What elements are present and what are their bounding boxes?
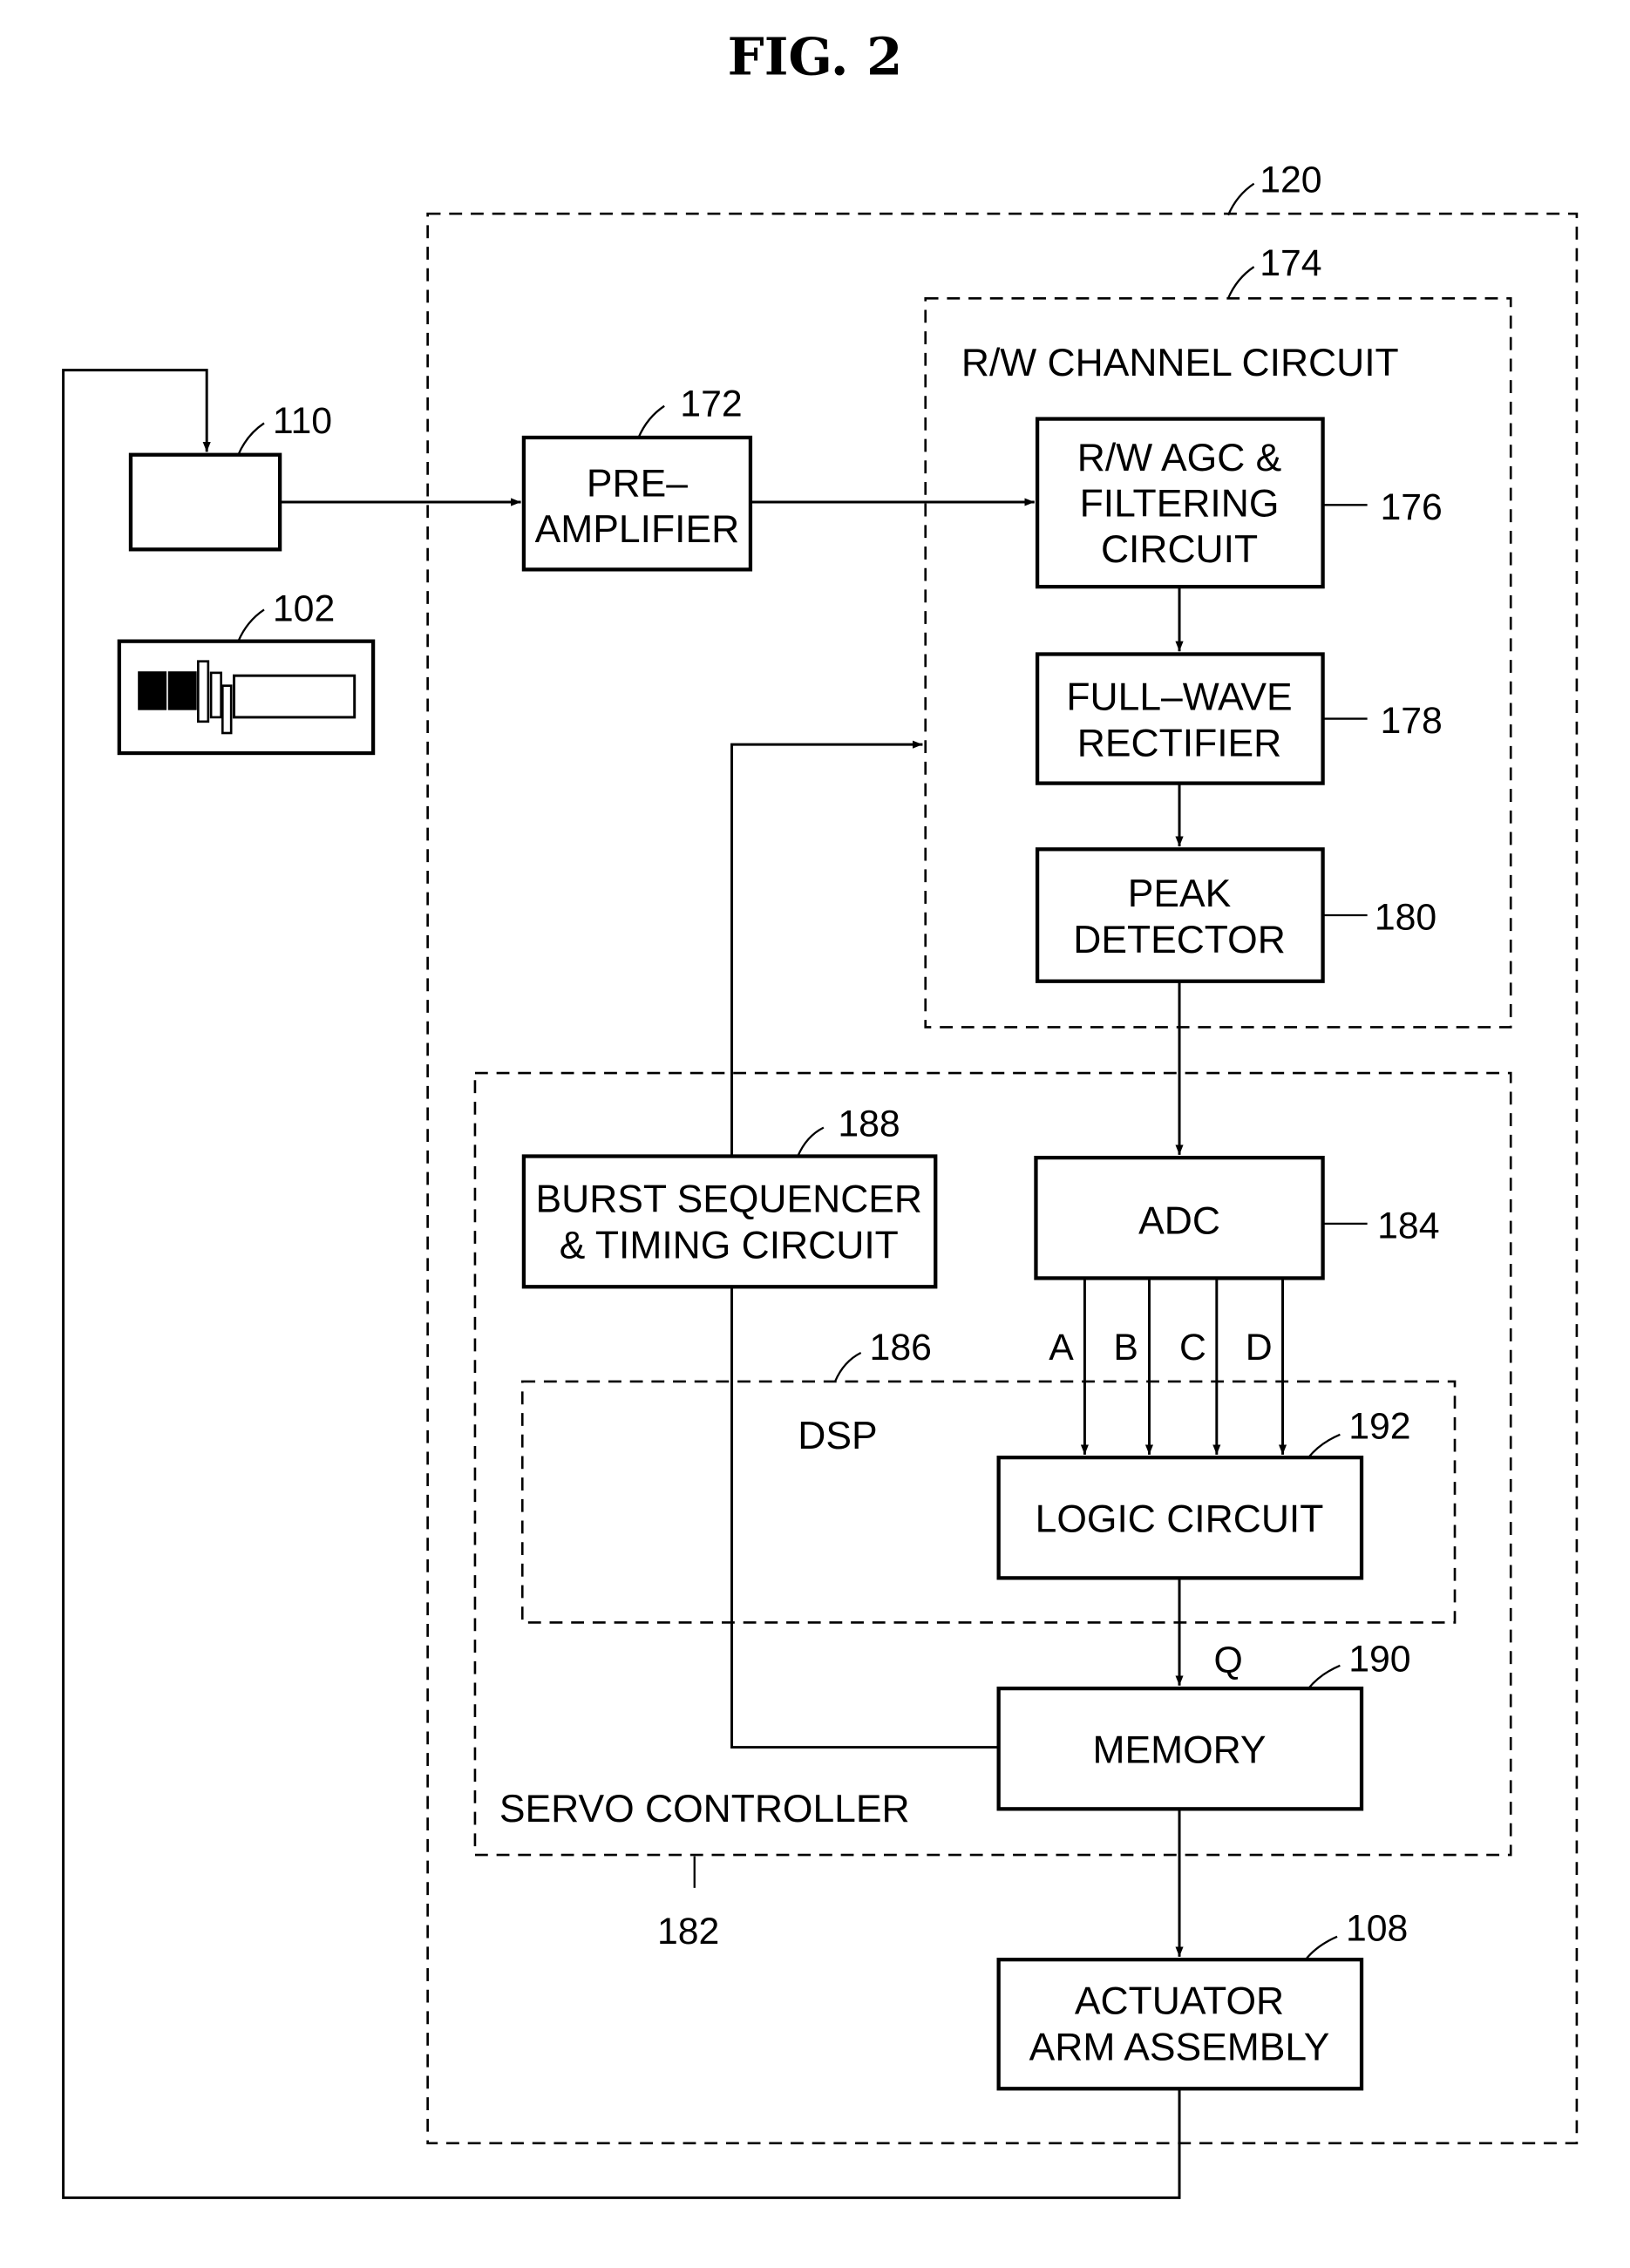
disk-drive-icon bbox=[117, 639, 376, 756]
burst-label-2: & TIMING CIRCUIT bbox=[560, 1224, 899, 1266]
peak-label-2: DETECTOR bbox=[1073, 919, 1286, 961]
wire-burst-rw bbox=[730, 740, 923, 1157]
ref-180: 180 bbox=[1375, 896, 1436, 938]
ref-178: 178 bbox=[1380, 700, 1442, 742]
ref-102: 102 bbox=[273, 588, 335, 630]
wire-burst-memory bbox=[730, 1287, 998, 1749]
ref-190: 190 bbox=[1348, 1638, 1410, 1680]
ref-108: 108 bbox=[1346, 1908, 1408, 1950]
preamp-label-2: AMPLIFIER bbox=[535, 508, 740, 551]
actuator-block bbox=[996, 1958, 1364, 2091]
preamp-label-1: PRE– bbox=[587, 462, 688, 505]
signal-b: B bbox=[1113, 1327, 1138, 1368]
ref-120: 120 bbox=[1260, 160, 1321, 201]
burst-sequencer-block bbox=[521, 1154, 938, 1289]
servo-label: SERVO CONTROLLER bbox=[499, 1788, 910, 1830]
actuator-label-1: ACTUATOR bbox=[1075, 1980, 1284, 2023]
block-diagram: FIG. 2 120 174 R/W CHANNEL CIRCUIT SERVO… bbox=[62, 26, 1579, 2199]
peak-label-1: PEAK bbox=[1128, 873, 1232, 915]
memory-label: MEMORY bbox=[1092, 1729, 1266, 1772]
agc-label-2: FILTERING bbox=[1080, 482, 1280, 525]
dsp-label: DSP bbox=[798, 1415, 877, 1457]
actuator-label-2: ARM ASSEMBLY bbox=[1029, 2026, 1330, 2068]
agc-label-3: CIRCUIT bbox=[1101, 528, 1258, 571]
signal-d: D bbox=[1246, 1327, 1273, 1368]
logic-label: LOGIC CIRCUIT bbox=[1036, 1498, 1324, 1541]
head-block bbox=[128, 452, 282, 552]
rectifier-label-1: FULL–WAVE bbox=[1066, 676, 1292, 719]
figure-title: FIG. 2 bbox=[728, 26, 903, 87]
adc-label: ADC bbox=[1138, 1199, 1220, 1242]
signal-c: C bbox=[1179, 1327, 1206, 1368]
signal-q: Q bbox=[1214, 1640, 1243, 1681]
ref-110: 110 bbox=[273, 400, 332, 442]
ref-182: 182 bbox=[657, 1911, 719, 1952]
ref-192: 192 bbox=[1348, 1406, 1410, 1448]
ref-186: 186 bbox=[870, 1327, 932, 1368]
ref-188: 188 bbox=[838, 1103, 900, 1144]
ref-172: 172 bbox=[680, 383, 742, 424]
agc-label-1: R/W AGC & bbox=[1077, 437, 1281, 479]
ref-184: 184 bbox=[1377, 1205, 1439, 1246]
ref-174: 174 bbox=[1260, 242, 1321, 284]
burst-label-1: BURST SEQUENCER bbox=[536, 1178, 922, 1221]
ref-176: 176 bbox=[1380, 486, 1442, 528]
rw-channel-label: R/W CHANNEL CIRCUIT bbox=[961, 342, 1399, 384]
signal-a: A bbox=[1049, 1327, 1074, 1368]
rectifier-label-2: RECTIFIER bbox=[1077, 722, 1281, 764]
